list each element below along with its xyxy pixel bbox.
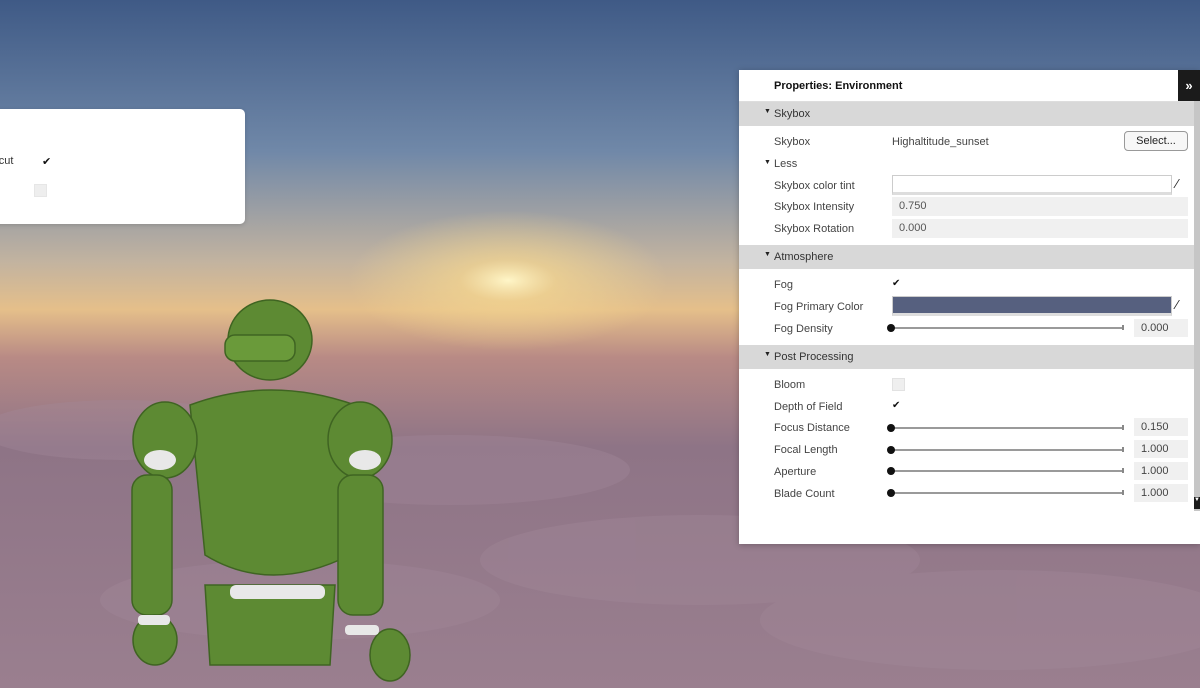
less-toggle[interactable]: Less bbox=[774, 158, 797, 170]
focal-length-label: Focal Length bbox=[774, 444, 838, 456]
bloom-label: Bloom bbox=[774, 379, 806, 391]
aperture-slider[interactable] bbox=[892, 470, 1124, 472]
section-skybox-label: Skybox bbox=[774, 108, 811, 120]
scroll-down-arrow-icon[interactable]: ▼ bbox=[1194, 497, 1200, 509]
focus-distance-input[interactable]: 0.150 bbox=[1134, 418, 1188, 436]
dof-checkbox[interactable]: ✔ bbox=[892, 400, 900, 411]
blade-count-label: Blade Count bbox=[774, 488, 835, 500]
blade-count-value: 1.000 bbox=[1141, 487, 1169, 499]
blade-count-knob[interactable] bbox=[887, 489, 895, 497]
panel-header: Properties: Environment » bbox=[739, 70, 1200, 102]
focal-length-input[interactable]: 1.000 bbox=[1134, 440, 1188, 458]
aperture-value: 1.000 bbox=[1141, 465, 1169, 477]
focus-distance-label: Focus Distance bbox=[774, 422, 850, 434]
skybox-value: Highaltitude_sunset bbox=[892, 136, 989, 148]
focal-length-knob[interactable] bbox=[887, 446, 895, 454]
blade-count-slider[interactable] bbox=[892, 492, 1124, 494]
skybox-tint-label: Skybox color tint bbox=[774, 180, 855, 192]
skybox-select-button[interactable]: Select... bbox=[1124, 131, 1188, 151]
fog-color-label: Fog Primary Color bbox=[774, 301, 864, 313]
fog-density-slider[interactable] bbox=[892, 327, 1124, 329]
left-row1-checkbox[interactable]: ✔ bbox=[42, 155, 51, 168]
skybox-rotation-input[interactable]: 0.000 bbox=[892, 219, 1188, 238]
skybox-tint-swatch[interactable] bbox=[892, 175, 1172, 195]
fog-density-value: 0.000 bbox=[1141, 322, 1169, 334]
section-post-processing[interactable]: ▼ Post Processing bbox=[739, 345, 1194, 369]
section-atmosphere[interactable]: ▼ Atmosphere bbox=[739, 245, 1194, 269]
focal-length-value: 1.000 bbox=[1141, 443, 1169, 455]
left-settings-panel: rtcut ✔ bbox=[0, 109, 245, 224]
slider-end-tick bbox=[1122, 490, 1124, 495]
blade-count-input[interactable]: 1.000 bbox=[1134, 484, 1188, 502]
skybox-intensity-value: 0.750 bbox=[899, 200, 927, 212]
fog-density-knob[interactable] bbox=[887, 324, 895, 332]
focal-length-slider[interactable] bbox=[892, 449, 1124, 451]
eyedropper-icon[interactable]: ⁄ bbox=[1176, 297, 1178, 312]
slider-end-tick bbox=[1122, 447, 1124, 452]
focus-distance-slider[interactable] bbox=[892, 427, 1124, 429]
slider-end-tick bbox=[1122, 325, 1124, 330]
character-model[interactable] bbox=[120, 295, 420, 688]
caret-down-icon: ▼ bbox=[764, 351, 771, 358]
left-row1-label: rtcut bbox=[0, 155, 14, 167]
fog-density-input[interactable]: 0.000 bbox=[1134, 319, 1188, 337]
focus-distance-knob[interactable] bbox=[887, 424, 895, 432]
fog-checkbox[interactable]: ✔ bbox=[892, 278, 900, 289]
slider-end-tick bbox=[1122, 468, 1124, 473]
focus-distance-value: 0.150 bbox=[1141, 421, 1169, 433]
section-atmosphere-label: Atmosphere bbox=[774, 251, 834, 263]
double-chevron-right-icon[interactable]: » bbox=[1178, 70, 1200, 101]
dof-label: Depth of Field bbox=[774, 401, 843, 413]
aperture-input[interactable]: 1.000 bbox=[1134, 462, 1188, 480]
skybox-intensity-label: Skybox Intensity bbox=[774, 201, 855, 213]
aperture-knob[interactable] bbox=[887, 467, 895, 475]
caret-down-icon: ▼ bbox=[764, 108, 771, 115]
skybox-intensity-input[interactable]: 0.750 bbox=[892, 197, 1188, 216]
skybox-label: Skybox bbox=[774, 136, 811, 148]
skybox-rotation-value: 0.000 bbox=[899, 222, 927, 234]
properties-panel: Properties: Environment » ▼ Skybox Skybo… bbox=[739, 70, 1200, 544]
bloom-checkbox[interactable] bbox=[892, 378, 905, 391]
aperture-label: Aperture bbox=[774, 466, 817, 478]
fog-color-swatch[interactable] bbox=[892, 296, 1172, 316]
panel-scrollbar[interactable] bbox=[1194, 101, 1200, 511]
fog-density-label: Fog Density bbox=[774, 323, 833, 335]
section-skybox[interactable]: ▼ Skybox bbox=[739, 102, 1194, 126]
skybox-rotation-label: Skybox Rotation bbox=[774, 223, 855, 235]
section-post-processing-label: Post Processing bbox=[774, 351, 854, 363]
fog-label: Fog bbox=[774, 279, 793, 291]
eyedropper-icon[interactable]: ⁄ bbox=[1176, 176, 1178, 191]
caret-down-icon: ▼ bbox=[764, 251, 771, 258]
slider-end-tick bbox=[1122, 425, 1124, 430]
left-row2-checkbox[interactable] bbox=[34, 184, 47, 197]
caret-down-icon: ▼ bbox=[764, 159, 771, 166]
panel-title: Properties: Environment bbox=[774, 80, 903, 92]
